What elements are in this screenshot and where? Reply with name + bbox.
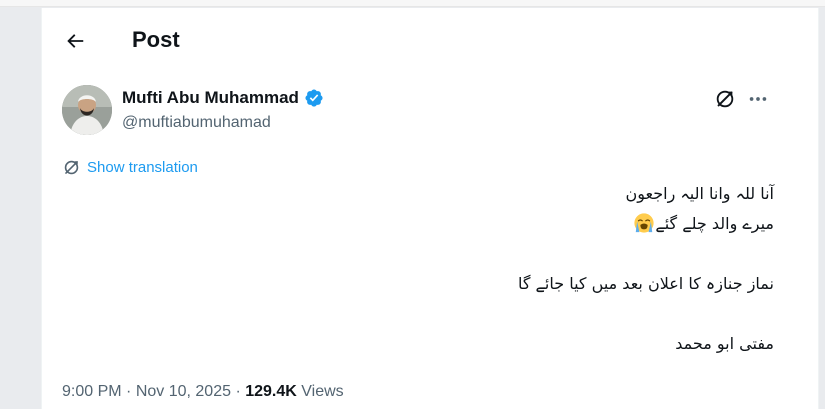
post-meta: 9:00 PM · Nov 10, 2025 · 129.4K Views	[62, 383, 344, 401]
more-options-button[interactable]	[745, 86, 771, 112]
arrow-left-icon	[67, 34, 84, 48]
show-translation-label[interactable]: Show translation	[87, 159, 198, 176]
views-count: 129.4K	[245, 383, 297, 400]
author-name-row[interactable]: Mufti Abu Muhammad	[122, 88, 324, 108]
tweet-line-2-text: میرے والد چلے گئے	[655, 214, 774, 233]
tweet-line-4: مفتی ابو محمد	[675, 334, 774, 353]
author-handle[interactable]: @muftiabumuhamad	[122, 114, 271, 132]
post-header: Post	[42, 20, 818, 60]
grok-button[interactable]	[712, 86, 738, 112]
meta-separator: ·	[231, 383, 246, 400]
show-translation-link[interactable]: Show translation	[62, 158, 198, 177]
grok-icon	[716, 90, 734, 108]
browser-top-strip	[0, 0, 825, 7]
views-label: Views	[296, 383, 344, 400]
tweet-line-1: آنا للہ وانا الیہ راجعون	[625, 184, 774, 203]
post-date[interactable]: Nov 10, 2025	[136, 383, 231, 400]
post-detail-panel: Post Mufti Abu Muhammad @muftiabumuhamad	[41, 8, 819, 409]
back-button[interactable]	[58, 24, 92, 58]
avatar[interactable]	[62, 85, 112, 135]
tweet-line-3: نماز جنازہ کا اعلان بعد میں کیا جائے گا	[517, 274, 774, 293]
verified-badge-icon	[305, 89, 323, 107]
loudly-crying-face-emoji	[634, 213, 654, 233]
tweet-text: آنا للہ وانا الیہ راجعون میرے والد چلے گ…	[214, 179, 774, 359]
translate-icon	[64, 160, 79, 175]
author-display-name[interactable]: Mufti Abu Muhammad	[122, 88, 299, 108]
post-time[interactable]: 9:00 PM	[62, 383, 122, 400]
more-horizontal-icon	[749, 97, 767, 101]
page-title: Post	[132, 27, 180, 52]
avatar-image	[62, 85, 112, 135]
meta-separator: ·	[121, 383, 136, 400]
tweet-line-2: میرے والد چلے گئے	[214, 209, 774, 239]
